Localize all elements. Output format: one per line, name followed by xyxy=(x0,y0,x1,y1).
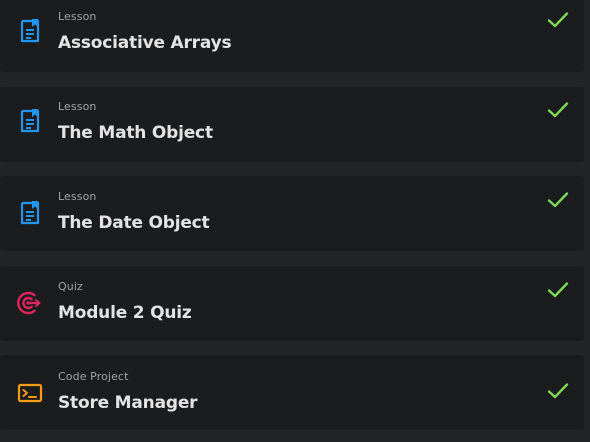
lesson-document-icon xyxy=(15,106,45,136)
item-title: Module 2 Quiz xyxy=(58,303,192,323)
checkmark-icon xyxy=(547,192,569,208)
checkmark-icon xyxy=(547,102,569,118)
item-title: Associative Arrays xyxy=(58,33,232,53)
checkmark-icon xyxy=(547,383,569,399)
list-item-the-math-object[interactable]: Lesson The Math Object xyxy=(0,87,584,162)
course-item-list: Lesson Associative Arrays Lesson The Mat… xyxy=(0,0,590,442)
list-item-module-2-quiz[interactable]: Quiz Module 2 Quiz xyxy=(0,266,584,341)
item-type-label: Code Project xyxy=(58,370,129,383)
item-title: Store Manager xyxy=(58,393,198,413)
code-project-terminal-icon xyxy=(15,378,45,408)
item-type-label: Lesson xyxy=(58,10,97,23)
lesson-document-icon xyxy=(15,16,45,46)
item-type-label: Lesson xyxy=(58,100,97,113)
checkmark-icon xyxy=(547,12,569,28)
list-item-the-date-object[interactable]: Lesson The Date Object xyxy=(0,176,584,251)
item-type-label: Quiz xyxy=(58,280,83,293)
item-type-label: Lesson xyxy=(58,190,97,203)
lesson-document-icon xyxy=(15,198,45,228)
list-item-store-manager[interactable]: Code Project Store Manager xyxy=(0,355,584,430)
list-item-associative-arrays[interactable]: Lesson Associative Arrays xyxy=(0,0,584,72)
item-title: The Math Object xyxy=(58,123,213,143)
item-title: The Date Object xyxy=(58,213,210,233)
quiz-target-icon xyxy=(15,288,45,318)
checkmark-icon xyxy=(547,282,569,298)
